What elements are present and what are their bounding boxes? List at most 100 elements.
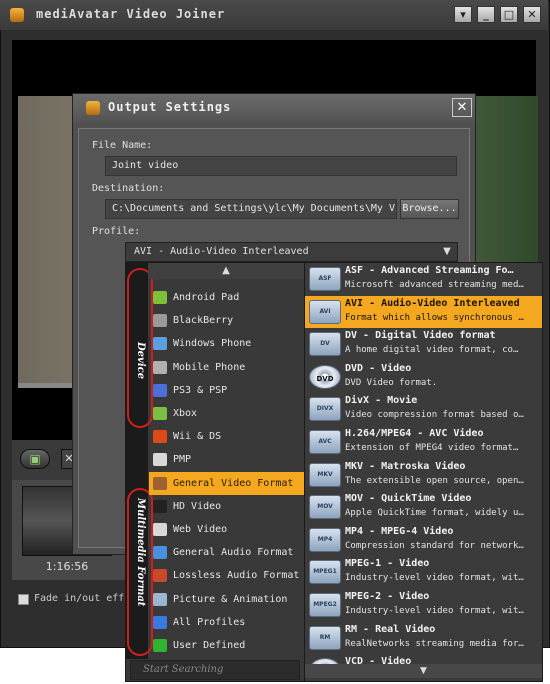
minimize-button[interactable]: _ [477, 6, 495, 23]
file-name-label: File Name: [92, 140, 153, 151]
add-folder-icon: ▣ [29, 452, 41, 466]
format-name: MKV - Matroska Video [345, 460, 466, 472]
add-clip-button[interactable]: ▣ [20, 449, 50, 469]
category-item-label: HD Video [173, 500, 222, 512]
format-description: Format which allows synchronous … [345, 312, 524, 323]
format-description: Industry-level video format, wit… [345, 606, 524, 616]
format-description: Industry-level video format, wit… [345, 573, 524, 584]
profile-label: Profile: [92, 226, 141, 237]
category-item[interactable]: PMP [149, 448, 304, 471]
fade-checkbox[interactable] [18, 594, 29, 605]
dialog-title: Output Settings [108, 100, 232, 114]
android-icon [153, 291, 167, 304]
format-item[interactable]: MOV MOV - QuickTime Video Apple QuickTime … [305, 491, 542, 523]
category-item[interactable]: Android Pad [149, 286, 304, 309]
destination-field[interactable]: C:\Documents and Settings\ylc\My Documen… [105, 199, 397, 219]
fade-label: Fade in/out effe [34, 593, 131, 604]
category-item[interactable]: Mobile Phone [149, 356, 304, 379]
format-item[interactable]: DV DV - Digital Video format A home digita… [305, 328, 542, 360]
format-description: DVD Video format. [345, 377, 438, 388]
format-name: MPEG-1 - Video [345, 558, 430, 570]
xbox-icon [153, 407, 167, 420]
category-item[interactable]: PS3 & PSP [149, 379, 304, 402]
picture-icon [153, 592, 167, 606]
audio-icon [153, 546, 167, 560]
format-item[interactable]: MPEG1 MPEG-1 - Video Industry-level video … [305, 556, 542, 588]
format-scroll-down-button[interactable]: ▼ [305, 664, 542, 678]
file-name-field[interactable]: Joint video [105, 156, 457, 176]
category-item[interactable]: HD Video [149, 495, 304, 518]
format-description: Extension of MPEG4 video format… [345, 443, 519, 453]
format-name: DivX - Movie [345, 395, 418, 407]
close-button[interactable]: ✕ [523, 6, 541, 23]
category-item[interactable]: Web Video [149, 518, 304, 541]
format-icon: MKV [309, 462, 341, 487]
maximize-button[interactable]: □ [500, 6, 518, 23]
pmp-icon [153, 453, 167, 467]
format-item[interactable]: MPEG2 MPEG-2 - Video Industry-level video … [305, 589, 542, 621]
category-item[interactable]: All Profiles [149, 611, 304, 634]
format-item[interactable]: DVD DVD - Video DVD Video format. [305, 361, 542, 393]
category-item-label: Web Video [173, 524, 228, 535]
format-item[interactable]: MP4 MP4 - MPEG-4 Video Compression standar… [305, 524, 542, 556]
category-item[interactable]: General Audio Format [149, 541, 304, 564]
category-item-label: All Profiles [173, 616, 246, 628]
category-item[interactable]: Lossless Audio Format [149, 564, 304, 587]
format-name: MOV - QuickTime Video [345, 493, 472, 505]
blackberry-icon [153, 314, 167, 328]
search-input[interactable]: Start Searching [130, 660, 300, 680]
category-item-label: Xbox [173, 408, 198, 419]
dialog-close-button[interactable]: ✕ [452, 98, 472, 117]
web-video-icon [153, 523, 167, 536]
wii-icon [153, 430, 167, 444]
category-item-label: Picture & Animation [173, 593, 288, 605]
format-icon: ASF [309, 267, 341, 291]
format-icon: AVC [309, 430, 341, 454]
format-name: ASF - Advanced Streaming Fo… [345, 265, 514, 276]
format-description: Compression standard for network… [345, 540, 524, 551]
format-icon: DIVX [309, 397, 341, 422]
dropdown-menu-button[interactable]: ▾ [454, 6, 472, 23]
category-item-label: BlackBerry [173, 315, 234, 327]
format-item[interactable]: MKV MKV - Matroska Video The extensible op… [305, 459, 542, 491]
app-title: mediAvatar Video Joiner [36, 7, 226, 21]
format-description: Video compression format based o… [345, 410, 524, 421]
close-icon: ✕ [456, 100, 468, 115]
format-description: RealNetworks streaming media for… [345, 638, 524, 649]
category-item[interactable]: Wii & DS [149, 425, 304, 448]
format-icon: AVI [309, 299, 341, 324]
category-item-label: PS3 & PSP [173, 384, 228, 396]
format-item[interactable]: ASF ASF - Advanced Streaming Fo… Microsoft… [305, 263, 542, 295]
destination-label: Destination: [92, 183, 165, 194]
format-item[interactable]: AVC H.264/MPEG4 - AVC Video Extension of M… [305, 426, 542, 458]
user-defined-icon [153, 639, 167, 652]
format-icon: RM [309, 625, 341, 650]
dialog-logo-icon [86, 101, 100, 115]
format-description: Microsoft advanced streaming med… [345, 280, 524, 290]
category-item-label: General Audio Format [173, 547, 294, 559]
category-item[interactable]: General Video Format [149, 471, 304, 495]
category-item[interactable]: BlackBerry [149, 309, 304, 332]
all-profiles-icon [153, 615, 167, 629]
category-item[interactable]: Xbox [149, 402, 304, 425]
format-item[interactable]: RM RM - Real Video RealNetworks streaming … [305, 622, 542, 654]
format-item[interactable]: DIVX DivX - Movie Video compression format… [305, 393, 542, 425]
windows-icon [153, 337, 167, 351]
format-icon: DV [309, 332, 341, 357]
chevron-down-icon[interactable]: ▼ [438, 244, 456, 260]
browse-button[interactable]: Browse... [400, 199, 459, 219]
format-item[interactable]: AVI AVI - Audio-Video Interleaved Format w… [305, 295, 542, 328]
format-name: DV - Digital Video format [345, 330, 496, 342]
category-item-label: Windows Phone [173, 338, 252, 350]
format-icon: MPEG1 [309, 560, 341, 585]
clip-duration: 1:16:56 [45, 560, 89, 573]
category-item[interactable]: User Defined [149, 634, 304, 657]
category-item[interactable]: Windows Phone [149, 332, 304, 355]
format-name: AVI - Audio-Video Interleaved [345, 297, 520, 309]
category-item[interactable]: Picture & Animation [149, 588, 304, 611]
category-item-label: Android Pad [173, 292, 240, 303]
category-scroll-up-button[interactable]: ▲ [148, 263, 304, 279]
format-name: DVD - Video [345, 362, 412, 374]
category-item-label: User Defined [173, 640, 246, 651]
mobile-phone-icon [153, 360, 167, 374]
